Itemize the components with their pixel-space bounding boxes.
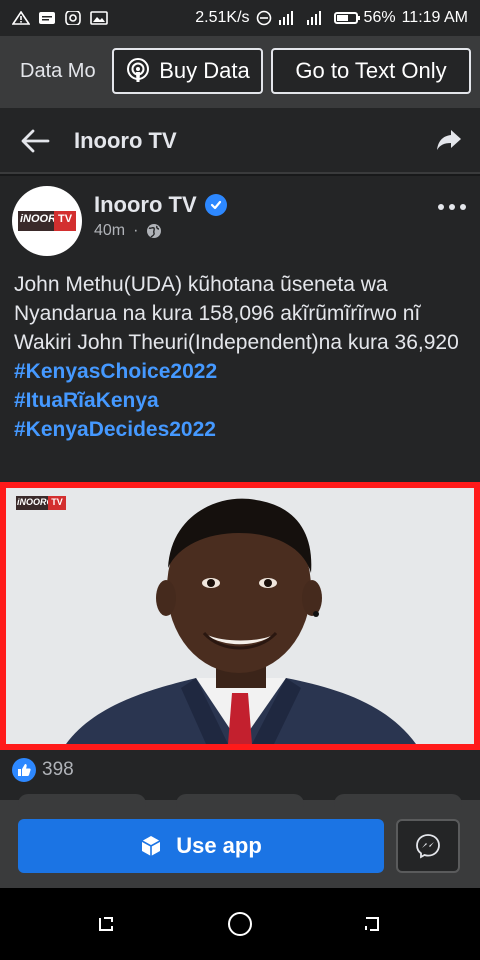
like-count: 398: [42, 759, 74, 780]
inooro-logo: iNOORO TV: [18, 211, 76, 231]
post-photo[interactable]: iNOORO TV: [0, 482, 480, 750]
like-reaction-icon: [12, 758, 36, 782]
signal-icon: [306, 11, 321, 25]
post-author[interactable]: Inooro TV: [94, 192, 227, 218]
messenger-button[interactable]: [396, 819, 460, 873]
post-meta: 40m ·: [94, 222, 162, 240]
clock: 11:19 AM: [401, 9, 468, 26]
more-options-icon[interactable]: [438, 202, 466, 212]
gallery-icon: [90, 11, 108, 25]
use-app-bar: Use app: [0, 794, 480, 888]
status-bar: 2.51K/s 56% 11:19 AM: [0, 0, 480, 36]
verified-badge-icon: [204, 194, 227, 216]
post-body: John Methu(UDA) kũhotana ũseneta wa Nyan…: [14, 273, 459, 354]
avatar[interactable]: iNOORO TV: [12, 186, 82, 256]
photo-watermark-logo: iNOORO TV: [16, 496, 66, 510]
cube-icon: [141, 836, 161, 856]
recent-apps-icon[interactable]: [96, 914, 116, 934]
battery-icon: [333, 12, 360, 24]
instagram-icon: [65, 11, 81, 25]
data-mode-label: Data Mo: [20, 60, 96, 82]
author-name[interactable]: Inooro TV: [94, 192, 197, 218]
hashtag-link[interactable]: #KenyasChoice2022: [14, 357, 470, 386]
reaction-summary[interactable]: 398: [12, 758, 74, 782]
buy-data-label: Buy Data: [159, 58, 250, 83]
dnd-icon: [256, 10, 271, 26]
net-speed: 2.51K/s: [195, 9, 250, 26]
portrait-image: [6, 488, 474, 744]
page-title: Inooro TV: [74, 128, 177, 153]
post-text: John Methu(UDA) kũhotana ũseneta wa Nyan…: [14, 270, 470, 444]
text-only-button[interactable]: Go to Text Only: [271, 48, 471, 94]
warning-icon: [12, 11, 30, 25]
meta-separator: ·: [133, 222, 139, 239]
message-icon: [39, 12, 55, 24]
hashtag-link[interactable]: #KenyaDecides2022: [14, 415, 470, 444]
back-arrow-icon[interactable]: [20, 128, 50, 154]
globe-icon: [147, 224, 162, 238]
messenger-icon: [416, 834, 440, 859]
use-app-button[interactable]: Use app: [18, 819, 384, 873]
use-app-label: Use app: [176, 833, 262, 858]
page-header: Inooro TV: [0, 108, 480, 174]
share-icon[interactable]: [436, 128, 462, 152]
signal-4g-icon: [278, 11, 293, 25]
text-only-label: Go to Text Only: [295, 58, 447, 83]
buy-data-button[interactable]: Buy Data: [112, 48, 263, 94]
home-icon[interactable]: [228, 912, 252, 936]
system-nav-bar: [0, 888, 480, 960]
action-buttons-peek: [18, 794, 462, 808]
back-nav-icon[interactable]: [362, 914, 382, 934]
podcast-icon: [127, 58, 150, 82]
post-time[interactable]: 40m: [94, 222, 125, 240]
hashtag-link[interactable]: #ItuaRĩaKenya: [14, 386, 470, 415]
battery-level: 56%: [363, 9, 396, 26]
data-mode-bar: Data Mo Buy Data Go to Text Only: [0, 36, 480, 108]
post-card: iNOORO TV Inooro TV 40m · John Methu(UDA…: [0, 176, 480, 816]
